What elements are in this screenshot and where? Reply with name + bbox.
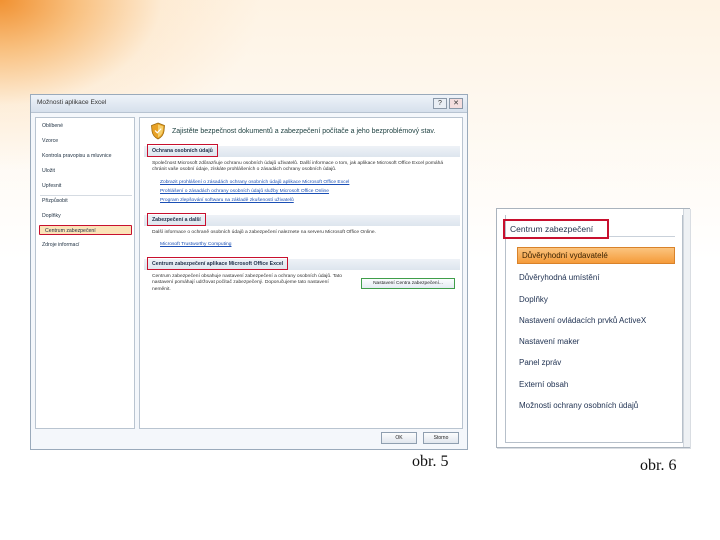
trust-center-title: Centrum zabezpečení bbox=[503, 219, 609, 239]
nav-item-favorites[interactable]: Oblíbené bbox=[42, 123, 63, 129]
shield-icon bbox=[151, 122, 165, 140]
nav-item-resources[interactable]: Zdroje informací bbox=[42, 242, 79, 248]
section-security-title: Zabezpečení a další bbox=[147, 213, 206, 226]
section-privacy-header: Ochrana osobních údajů bbox=[144, 144, 460, 157]
nav-separator bbox=[40, 195, 132, 196]
trust-item-locations[interactable]: Důvěryhodná umístění bbox=[519, 273, 600, 282]
trust-item-addins[interactable]: Doplňky bbox=[519, 295, 548, 304]
trust-item-publishers[interactable]: Důvěryhodní vydavatelé bbox=[517, 247, 675, 264]
trust-item-message-bar[interactable]: Panel zpráv bbox=[519, 358, 561, 367]
privacy-link-online[interactable]: Prohlášení o zásadách ochrany osobních ú… bbox=[160, 189, 329, 194]
section-trust-header: Centrum zabezpečení aplikace Microsoft O… bbox=[144, 257, 460, 270]
nav-item-formulas[interactable]: Vzorce bbox=[42, 138, 58, 144]
title-divider bbox=[609, 236, 675, 237]
trust-item-macros[interactable]: Nastavení maker bbox=[519, 337, 579, 346]
options-nav: Oblíbené Vzorce Kontrola pravopisu a mlu… bbox=[35, 117, 135, 429]
trust-item-privacy-options[interactable]: Možnosti ochrany osobních údajů bbox=[519, 401, 638, 410]
nav-item-proofing[interactable]: Kontrola pravopisu a mluvnice bbox=[42, 153, 112, 159]
nav-item-trust-center[interactable]: Centrum zabezpečení bbox=[39, 225, 132, 235]
options-content: Zajistěte bezpečnost dokumentů a zabezpe… bbox=[139, 117, 463, 429]
privacy-link-ceip[interactable]: Program zlepšování softwaru na základě z… bbox=[160, 198, 294, 203]
section-privacy-title: Ochrana osobních údajů bbox=[147, 144, 218, 157]
nav-item-addins[interactable]: Doplňky bbox=[42, 213, 61, 219]
trust-item-activex[interactable]: Nastavení ovládacích prvků ActiveX bbox=[519, 316, 646, 325]
panel-scrollbar[interactable] bbox=[683, 209, 690, 447]
section-security-header: Zabezpečení a další bbox=[144, 213, 460, 226]
trust-item-external-content[interactable]: Externí obsah bbox=[519, 380, 568, 389]
cancel-button[interactable]: Storno bbox=[423, 432, 459, 444]
help-button[interactable]: ? bbox=[433, 98, 447, 109]
security-text: Další informace o ochraně osobních údajů… bbox=[152, 230, 376, 235]
figure-caption-6: obr. 6 bbox=[640, 457, 677, 474]
trust-center-settings-button[interactable]: Nastavení Centra zabezpečení... bbox=[361, 278, 455, 289]
nav-item-save[interactable]: Uložit bbox=[42, 168, 55, 174]
nav-item-advanced[interactable]: Upřesnit bbox=[42, 183, 61, 189]
dialog-titlebar: Možnosti aplikace Excel ? ✕ bbox=[31, 95, 467, 113]
trust-center-panel: Centrum zabezpečení Důvěryhodní vydavate… bbox=[496, 208, 690, 448]
privacy-link-excel[interactable]: Zobrazit prohlášení o zásadách ochrany o… bbox=[160, 180, 349, 185]
trust-text: Centrum zabezpečení obsahuje nastavení z… bbox=[152, 274, 342, 292]
ok-button[interactable]: OK bbox=[381, 432, 417, 444]
trustworthy-computing-link[interactable]: Microsoft Trustworthy Computing bbox=[160, 242, 231, 247]
close-button[interactable]: ✕ bbox=[449, 98, 463, 109]
section-trust-title: Centrum zabezpečení aplikace Microsoft O… bbox=[147, 257, 289, 270]
excel-options-dialog: Možnosti aplikace Excel ? ✕ Oblíbené Vzo… bbox=[30, 94, 468, 450]
privacy-text: Společnost Microsoft zdůrazňuje ochranu … bbox=[152, 161, 444, 173]
nav-item-customize[interactable]: Přizpůsobit bbox=[42, 198, 68, 204]
figure-caption-5: obr. 5 bbox=[412, 453, 449, 470]
content-headline: Zajistěte bezpečnost dokumentů a zabezpe… bbox=[172, 128, 436, 135]
dialog-title: Možnosti aplikace Excel bbox=[37, 99, 107, 106]
